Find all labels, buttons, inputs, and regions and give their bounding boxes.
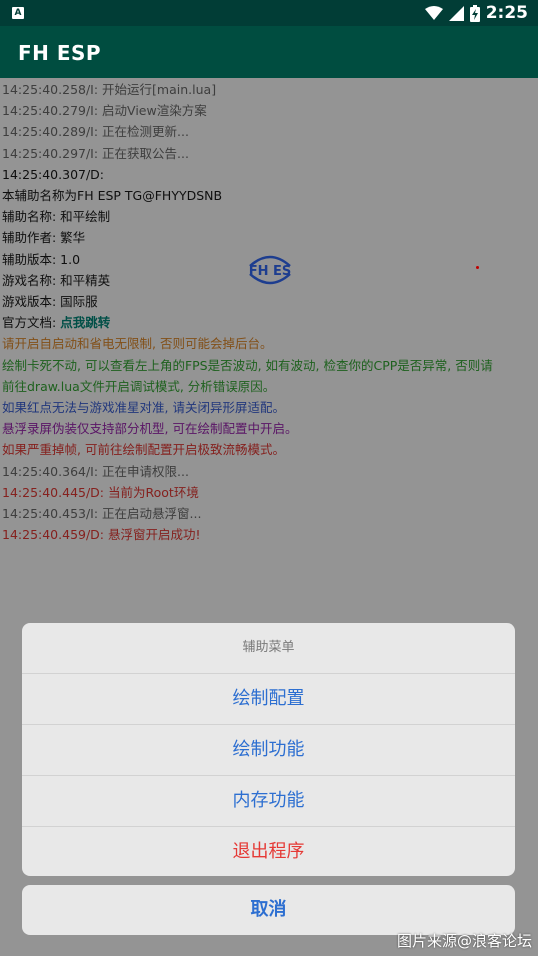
watermark: 图片来源@浪客论坛 [396, 932, 532, 950]
battery-charging-icon [469, 4, 480, 22]
menu-item-draw-features[interactable]: 绘制功能 [22, 725, 515, 776]
status-icons: 2:25 [424, 3, 528, 23]
cancel-button[interactable]: 取消 [22, 885, 515, 935]
menu-item-draw-config[interactable]: 绘制配置 [22, 674, 515, 725]
signal-icon [448, 5, 464, 21]
menu-item-exit[interactable]: 退出程序 [22, 827, 515, 876]
app-bar: FH ESP [0, 26, 538, 78]
status-time: 2:25 [485, 3, 528, 23]
app-title: FH ESP [18, 41, 102, 65]
menu-item-memory-features[interactable]: 内存功能 [22, 776, 515, 827]
fh-esp-logo: FH ES [244, 252, 296, 288]
status-bar: A 2:25 [0, 0, 538, 26]
android-a-icon: A [12, 7, 24, 19]
logo-text: FH ES [249, 264, 292, 279]
wifi-icon [424, 6, 443, 20]
crosshair-dot [476, 266, 479, 269]
menu-title: 辅助菜单 [22, 623, 515, 674]
assist-menu-sheet: 辅助菜单 绘制配置 绘制功能 内存功能 退出程序 [22, 623, 515, 876]
